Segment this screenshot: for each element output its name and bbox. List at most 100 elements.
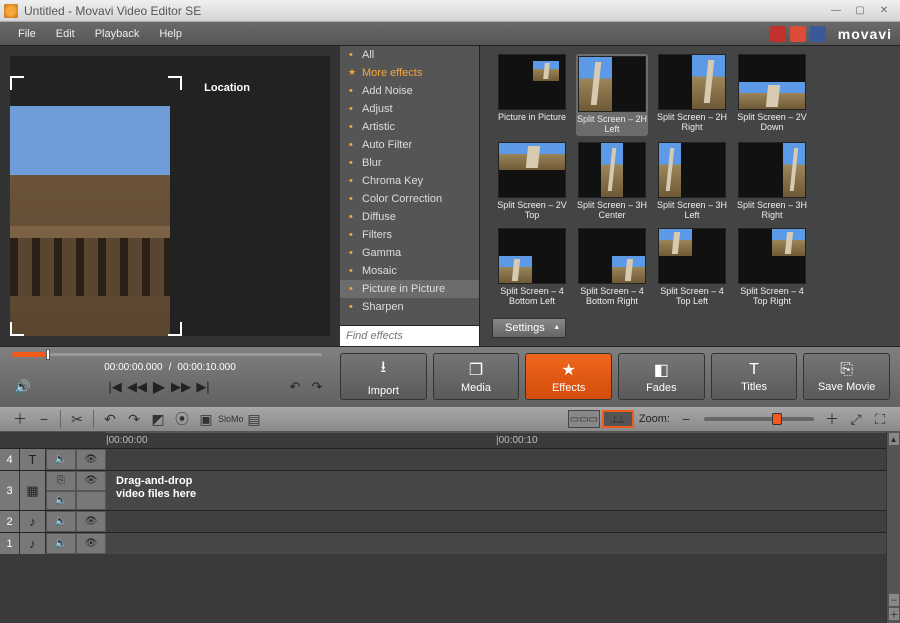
effects-grid: Picture in PictureSplit Screen – 2H Left… xyxy=(480,46,900,346)
effect-thumb-4-tr[interactable]: Split Screen – 4 Top Right xyxy=(736,228,808,308)
effect-category-color-correction[interactable]: Color Correction xyxy=(340,190,479,208)
effect-thumb-4-tl[interactable]: Split Screen – 4 Top Left xyxy=(656,228,728,308)
effect-thumb-4-bl[interactable]: Split Screen – 4 Bottom Left xyxy=(496,228,568,308)
seek-bar[interactable] xyxy=(12,353,322,356)
minimize-button[interactable]: — xyxy=(824,3,848,19)
effect-thumb-2h-right[interactable]: Split Screen – 2H Right xyxy=(656,54,728,136)
zoom-slider[interactable] xyxy=(704,417,814,421)
maximize-button[interactable]: ▢ xyxy=(848,3,872,19)
track-link-icon[interactable]: ⎘ xyxy=(46,471,76,491)
snapshot-icon[interactable]: ▣ xyxy=(194,411,218,428)
track-number: 2 xyxy=(0,511,20,532)
effect-category-filters[interactable]: Filters xyxy=(340,226,479,244)
track-visible-icon[interactable]: 👁 xyxy=(76,533,106,554)
zoom-in-icon[interactable]: ＋ xyxy=(820,409,844,429)
track-lane[interactable]: Drag-and-dropvideo files here xyxy=(106,471,900,510)
track-lane[interactable] xyxy=(106,511,900,532)
tab-effects[interactable]: ★Effects xyxy=(525,353,612,400)
rewind-button[interactable]: ◀◀ xyxy=(126,379,148,395)
effect-category-add-noise[interactable]: Add Noise xyxy=(340,82,479,100)
effect-category-artistic[interactable]: Artistic xyxy=(340,118,479,136)
record-icon[interactable]: ⦿ xyxy=(170,409,194,429)
track-mute-icon[interactable]: 🔈 xyxy=(46,491,76,511)
cut-icon[interactable]: ✂ xyxy=(65,411,89,428)
drop-hint: Drag-and-dropvideo files here xyxy=(116,475,196,501)
youtube-icon[interactable] xyxy=(770,26,786,42)
effect-category-sharpen[interactable]: Sharpen xyxy=(340,298,479,316)
crop-handle-tl[interactable] xyxy=(10,76,24,90)
effect-category-mosaic[interactable]: Mosaic xyxy=(340,262,479,280)
settings-button[interactable]: Settings xyxy=(492,318,566,338)
track-mute-icon[interactable]: 🔈 xyxy=(46,449,76,470)
effect-thumb-4-br[interactable]: Split Screen – 4 Bottom Right xyxy=(576,228,648,308)
storyboard-mode-button[interactable]: ▭▭▭ xyxy=(568,410,600,428)
fit-icon[interactable]: ⤢ xyxy=(844,411,868,428)
menu-edit[interactable]: Edit xyxy=(46,25,85,43)
remove-track-icon[interactable]: − xyxy=(32,411,56,427)
facebook-icon[interactable] xyxy=(810,26,826,42)
tab-import[interactable]: ⭳Import xyxy=(340,353,427,400)
undo-button[interactable]: ↶ xyxy=(284,379,306,395)
effect-thumb-2h-left[interactable]: Split Screen – 2H Left xyxy=(576,54,648,136)
tab-titles[interactable]: TTitles xyxy=(711,353,798,400)
preview-canvas[interactable]: Location xyxy=(10,56,330,336)
effects-categories: AllMore effectsAdd NoiseAdjustArtisticAu… xyxy=(340,46,480,346)
effect-thumb-2v-down[interactable]: Split Screen – 2V Down xyxy=(736,54,808,136)
track-lane[interactable] xyxy=(106,533,900,554)
crop-handle-tr[interactable] xyxy=(168,76,182,90)
add-track-icon[interactable]: ＋ xyxy=(8,409,32,429)
effect-category-gamma[interactable]: Gamma xyxy=(340,244,479,262)
tab-media[interactable]: ❐Media xyxy=(433,353,520,400)
timeline-scrollbar[interactable]: ▴ − ＋ xyxy=(886,432,900,623)
slomo-icon[interactable]: SloMo xyxy=(218,414,242,424)
effect-thumb-3h-right[interactable]: Split Screen – 3H Right xyxy=(736,142,808,222)
prev-frame-button[interactable]: |◀ xyxy=(104,379,126,395)
menu-playback[interactable]: Playback xyxy=(85,25,150,43)
effect-category-all[interactable]: All xyxy=(340,46,479,64)
googleplus-icon[interactable] xyxy=(790,26,806,42)
crop-icon[interactable]: ◩ xyxy=(146,411,170,428)
next-frame-button[interactable]: ▶| xyxy=(192,379,214,395)
preview-panel: Location xyxy=(0,46,340,346)
zoom-out-icon[interactable]: − xyxy=(674,411,698,427)
tab-save[interactable]: ⎘Save Movie xyxy=(803,353,890,400)
effect-category-auto-filter[interactable]: Auto Filter xyxy=(340,136,479,154)
props-icon[interactable]: ▤ xyxy=(242,411,266,428)
effect-category-more-effects[interactable]: More effects xyxy=(340,64,479,82)
volume-icon[interactable]: 🔊 xyxy=(12,379,34,395)
close-button[interactable]: ✕ xyxy=(872,3,896,19)
titlebar: Untitled - Movavi Video Editor SE — ▢ ✕ xyxy=(0,0,900,22)
effect-thumb-2v-top[interactable]: Split Screen – 2V Top xyxy=(496,142,568,222)
tab-fades[interactable]: ◧Fades xyxy=(618,353,705,400)
timeline-mode-button[interactable]: ⟂⟂ xyxy=(602,410,634,428)
track-lane[interactable] xyxy=(106,449,900,470)
window-title: Untitled - Movavi Video Editor SE xyxy=(24,4,201,18)
effect-category-picture-in-picture[interactable]: Picture in Picture xyxy=(340,280,479,298)
crop-handle-br[interactable] xyxy=(168,322,182,336)
redo-button[interactable]: ↷ xyxy=(306,379,328,395)
track-mute-icon[interactable]: 🔈 xyxy=(46,533,76,554)
effect-category-adjust[interactable]: Adjust xyxy=(340,100,479,118)
track-2: 2♪🔈👁 xyxy=(0,510,900,532)
effect-thumb-3h-left[interactable]: Split Screen – 3H Left xyxy=(656,142,728,222)
undo-icon[interactable]: ↶ xyxy=(98,411,122,428)
redo-icon[interactable]: ↷ xyxy=(122,411,146,428)
track-visible-icon[interactable]: 👁 xyxy=(76,471,106,491)
track-visible-icon[interactable]: 👁 xyxy=(76,449,106,470)
play-button[interactable]: ▶ xyxy=(148,377,170,397)
track-visible-icon[interactable]: 👁 xyxy=(76,511,106,532)
preview-foreground xyxy=(10,106,170,336)
menu-file[interactable]: File xyxy=(8,25,46,43)
effect-thumb-pip[interactable]: Picture in Picture xyxy=(496,54,568,136)
track-mute-icon[interactable]: 🔈 xyxy=(46,511,76,532)
crop-handle-bl[interactable] xyxy=(10,322,24,336)
forward-button[interactable]: ▶▶ xyxy=(170,379,192,395)
timeline-ruler[interactable]: |00:00:00 |00:00:10 xyxy=(0,432,900,448)
effect-thumb-3h-center[interactable]: Split Screen – 3H Center xyxy=(576,142,648,222)
effect-category-chroma-key[interactable]: Chroma Key xyxy=(340,172,479,190)
menu-help[interactable]: Help xyxy=(149,25,192,43)
search-effects-input[interactable] xyxy=(340,326,480,346)
effect-category-diffuse[interactable]: Diffuse xyxy=(340,208,479,226)
fullscreen-icon[interactable]: ⛶ xyxy=(868,411,892,428)
effect-category-blur[interactable]: Blur xyxy=(340,154,479,172)
